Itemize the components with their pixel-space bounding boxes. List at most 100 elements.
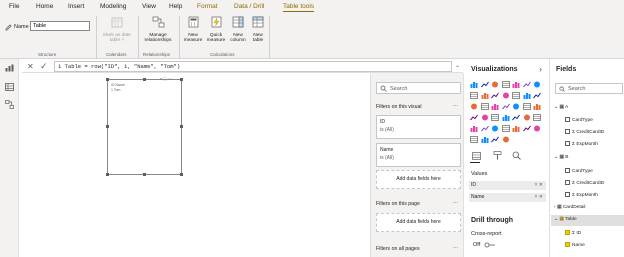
- visual-type-icon[interactable]: [522, 103, 531, 110]
- visual-type-icon[interactable]: [533, 125, 541, 132]
- visual-type-icon[interactable]: [470, 81, 478, 88]
- add-data-fields-dropzone[interactable]: Add data fields here: [376, 170, 461, 189]
- mark-as-date-table-button[interactable]: Mark as date table ˅: [99, 16, 135, 44]
- field-item[interactable]: Σ ID: [565, 230, 581, 236]
- visual-type-icon[interactable]: [533, 114, 541, 121]
- tab-modeling[interactable]: Modeling: [100, 3, 126, 10]
- resize-handle[interactable]: [143, 78, 146, 81]
- new-measure-button[interactable]: New measure: [182, 16, 204, 44]
- visual-type-icon[interactable]: [512, 81, 520, 88]
- report-canvas[interactable]: ID Name 1 Tom ▿ ⬚ ⋯: [19, 73, 364, 257]
- resize-handle[interactable]: [180, 78, 183, 81]
- value-well-name[interactable]: Name ˅ ✕: [469, 193, 546, 202]
- fields-tab-icon[interactable]: [472, 152, 481, 162]
- visual-type-icon[interactable]: [533, 103, 541, 110]
- field-table-a[interactable]: ⌄ ▦ A: [554, 105, 568, 110]
- more-options-icon[interactable]: ...: [453, 102, 458, 108]
- resize-handle[interactable]: [180, 173, 183, 176]
- visual-type-icon[interactable]: [470, 92, 478, 99]
- visual-type-icon[interactable]: [470, 136, 478, 143]
- tab-file[interactable]: File: [9, 3, 19, 10]
- visual-type-icon[interactable]: [533, 81, 541, 88]
- field-item[interactable]: Name: [565, 242, 585, 248]
- resize-handle[interactable]: [143, 173, 146, 176]
- field-checkbox-checked[interactable]: [565, 242, 570, 247]
- visual-type-icon[interactable]: [512, 103, 520, 110]
- visual-type-icon[interactable]: [480, 125, 489, 132]
- visual-type-icon[interactable]: [512, 125, 520, 132]
- visual-type-icon[interactable]: [491, 103, 499, 110]
- visual-type-icon[interactable]: [491, 81, 499, 88]
- visual-type-icon[interactable]: [502, 114, 510, 121]
- tab-help[interactable]: Help: [169, 3, 182, 10]
- tab-format[interactable]: Format: [197, 3, 218, 10]
- tab-table-tools[interactable]: Table tools: [283, 3, 315, 12]
- field-table-b[interactable]: ⌄ ▦ B: [554, 155, 568, 160]
- commit-formula-icon[interactable]: ✓: [40, 61, 48, 72]
- value-well-id[interactable]: ID ˅ ✕: [469, 181, 546, 190]
- visual-type-icon[interactable]: [491, 125, 499, 132]
- fields-search-box[interactable]: Search: [555, 83, 623, 94]
- analytics-icon[interactable]: [512, 151, 521, 162]
- data-view-icon[interactable]: [5, 83, 14, 93]
- resize-handle[interactable]: [106, 78, 109, 81]
- visual-type-icon[interactable]: [501, 81, 510, 88]
- field-item[interactable]: Σ CreditCardID: [565, 180, 604, 186]
- field-checkbox[interactable]: [565, 168, 570, 173]
- visual-type-icon[interactable]: [480, 103, 489, 110]
- visual-type-icon[interactable]: [481, 136, 489, 143]
- field-item[interactable]: CardType: [565, 168, 593, 174]
- model-view-icon[interactable]: [5, 100, 14, 111]
- quick-measure-button[interactable]: Quick measure: [205, 16, 227, 44]
- visual-type-icon[interactable]: [480, 81, 489, 88]
- visual-type-icon[interactable]: [523, 114, 531, 121]
- visual-type-icon[interactable]: [522, 125, 531, 132]
- cross-report-toggle[interactable]: [484, 242, 496, 250]
- field-checkbox-checked[interactable]: [565, 230, 570, 235]
- field-checkbox[interactable]: [565, 129, 570, 134]
- chevron-right-icon[interactable]: ›: [539, 64, 542, 74]
- resize-handle[interactable]: [106, 173, 109, 176]
- cancel-formula-icon[interactable]: ✕: [27, 62, 34, 71]
- field-checkbox[interactable]: [565, 192, 570, 197]
- visual-type-icon[interactable]: [523, 92, 531, 99]
- well-remove-icon[interactable]: ˅ ✕: [535, 193, 544, 202]
- field-item[interactable]: Σ ExpMonth: [565, 141, 598, 147]
- tab-home[interactable]: Home: [36, 3, 53, 10]
- filter-card-name[interactable]: Name is (All): [376, 143, 461, 167]
- visual-type-icon[interactable]: [501, 125, 510, 132]
- more-options-icon[interactable]: ...: [453, 199, 458, 205]
- visual-type-icon[interactable]: [512, 114, 520, 121]
- visual-type-icon[interactable]: [491, 136, 499, 143]
- visual-type-icon[interactable]: [470, 114, 478, 121]
- field-checkbox[interactable]: [565, 180, 570, 185]
- tab-insert[interactable]: Insert: [68, 3, 84, 10]
- field-table-table[interactable]: ⌄ ▦ Table: [554, 217, 577, 222]
- visual-type-icon[interactable]: [491, 114, 499, 121]
- visual-type-icon[interactable]: [522, 81, 531, 88]
- filter-card-id[interactable]: ID is (All): [376, 115, 461, 139]
- chevron-down-icon[interactable]: ⌄: [455, 62, 460, 69]
- format-paint-icon[interactable]: [493, 151, 502, 162]
- filters-search-box[interactable]: Search: [376, 82, 461, 94]
- visual-type-icon[interactable]: [502, 92, 510, 99]
- field-item[interactable]: Σ ExpMonth: [565, 192, 598, 198]
- field-item[interactable]: CardType: [565, 117, 593, 123]
- add-data-fields-dropzone[interactable]: Add data fields here: [376, 213, 461, 232]
- field-checkbox[interactable]: [565, 117, 570, 122]
- more-options-icon[interactable]: ...: [453, 244, 458, 250]
- visual-type-icon[interactable]: [501, 103, 510, 110]
- field-item[interactable]: Σ CreditCardID: [565, 129, 604, 135]
- visual-options-icon[interactable]: ▿ ⬚ ⋯: [160, 76, 172, 81]
- field-checkbox[interactable]: [565, 141, 570, 146]
- field-table-carddetail[interactable]: › ▦ CardDetail: [554, 205, 585, 210]
- resize-handle[interactable]: [106, 125, 109, 128]
- formula-input[interactable]: 1 Table = row("ID", 1, "Name", "Tom"): [54, 61, 452, 72]
- tab-data-drill[interactable]: Data / Drill: [234, 3, 264, 10]
- visual-type-icon[interactable]: [512, 92, 520, 99]
- visual-type-icon[interactable]: [470, 103, 478, 110]
- report-view-icon[interactable]: [5, 64, 14, 74]
- visual-type-icon[interactable]: [491, 92, 499, 99]
- visual-type-icon[interactable]: [481, 114, 489, 121]
- resize-handle[interactable]: [180, 125, 183, 128]
